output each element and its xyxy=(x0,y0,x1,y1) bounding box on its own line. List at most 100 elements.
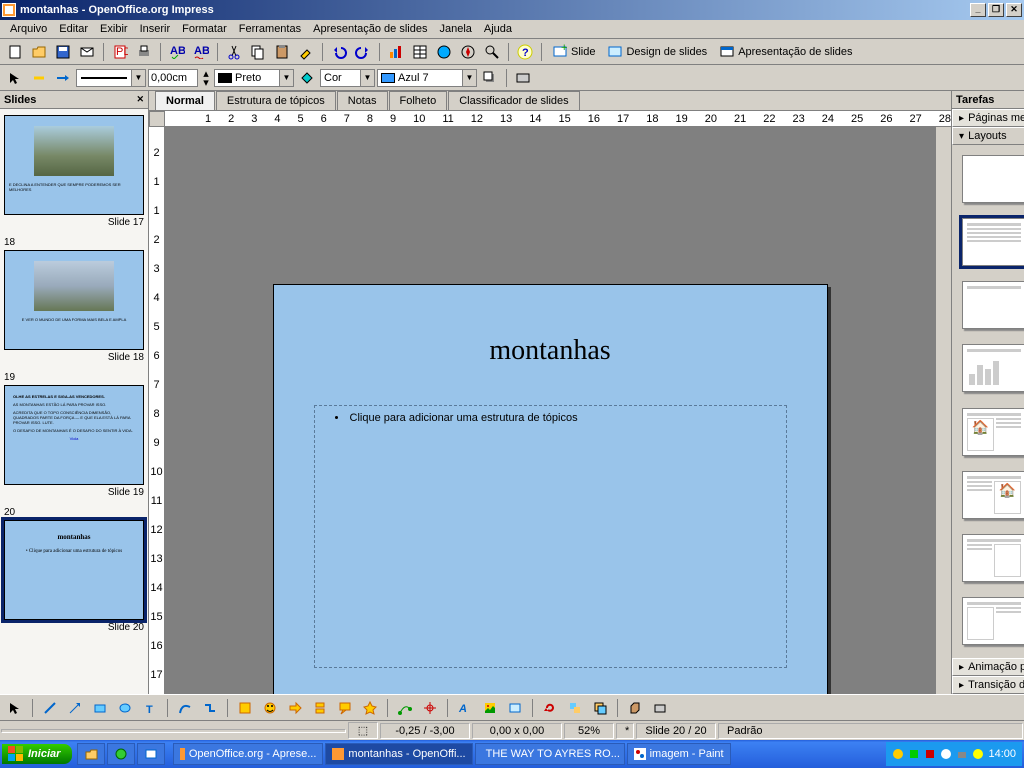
task-openoffice[interactable]: OpenOffice.org - Aprese... xyxy=(173,743,323,765)
help-icon[interactable]: ? xyxy=(514,41,536,63)
points-edit-icon[interactable] xyxy=(394,697,416,719)
text-tool-icon[interactable]: T xyxy=(139,697,161,719)
line-pattern-select[interactable]: ▼ xyxy=(76,69,146,87)
tab-notes[interactable]: Notas xyxy=(337,91,388,110)
spellcheck-icon[interactable]: ABC xyxy=(166,41,188,63)
connector-tool-icon[interactable] xyxy=(199,697,221,719)
new-slide-button[interactable]: +Slide xyxy=(547,41,600,63)
format-paintbrush-icon[interactable] xyxy=(295,41,317,63)
quicklaunch-2[interactable] xyxy=(107,743,135,765)
interaction-icon[interactable] xyxy=(512,67,534,89)
quicklaunch-3[interactable] xyxy=(137,743,165,765)
arrow-tool-icon[interactable] xyxy=(64,697,86,719)
vertical-scrollbar[interactable] xyxy=(935,127,951,694)
print-icon[interactable] xyxy=(133,41,155,63)
stars-icon[interactable] xyxy=(359,697,381,719)
cut-icon[interactable] xyxy=(223,41,245,63)
layout-title-content[interactable] xyxy=(962,218,1024,266)
curve-tool-icon[interactable] xyxy=(174,697,196,719)
symbol-shapes-icon[interactable] xyxy=(259,697,281,719)
line-tool-icon[interactable] xyxy=(39,697,61,719)
section-master-pages[interactable]: ▸ Páginas mestre xyxy=(952,109,1024,127)
new-icon[interactable] xyxy=(4,41,26,63)
menu-inserir[interactable]: Inserir xyxy=(134,21,177,37)
callouts-icon[interactable] xyxy=(334,697,356,719)
panel-close-icon[interactable]: ✕ xyxy=(136,94,144,105)
line-color-select[interactable]: Preto▼ xyxy=(214,69,294,87)
status-zoom[interactable]: 52% xyxy=(564,723,614,739)
from-file-icon[interactable] xyxy=(479,697,501,719)
tab-sorter[interactable]: Classificador de slides xyxy=(448,91,579,110)
menu-janela[interactable]: Janela xyxy=(433,21,477,37)
export-pdf-icon[interactable]: PDF xyxy=(109,41,131,63)
menu-ajuda[interactable]: Ajuda xyxy=(478,21,518,37)
tray-icon[interactable] xyxy=(908,748,920,760)
arrow-style-icon[interactable] xyxy=(52,67,74,89)
menu-formatar[interactable]: Formatar xyxy=(176,21,233,37)
section-slide-transition[interactable]: ▸ Transição de slides xyxy=(952,676,1024,694)
layout-title-only[interactable] xyxy=(962,281,1024,329)
tray-icon[interactable] xyxy=(956,748,968,760)
width-down[interactable]: ▾ xyxy=(200,78,212,87)
navigator-icon[interactable] xyxy=(457,41,479,63)
menu-exibir[interactable]: Exibir xyxy=(94,21,134,37)
menu-editar[interactable]: Editar xyxy=(53,21,94,37)
tab-normal[interactable]: Normal xyxy=(155,91,215,110)
select-tool-icon[interactable] xyxy=(4,697,26,719)
arrange-icon[interactable] xyxy=(589,697,611,719)
arrow-cursor-icon[interactable] xyxy=(4,67,26,89)
start-button[interactable]: Iniciar xyxy=(2,744,72,764)
task-ayres[interactable]: WTHE WAY TO AYRES RO... xyxy=(475,743,625,765)
task-montanhas[interactable]: montanhas - OpenOffi... xyxy=(325,743,472,765)
redo-icon[interactable] xyxy=(352,41,374,63)
copy-icon[interactable] xyxy=(247,41,269,63)
slideshow-button[interactable]: Apresentação de slides xyxy=(714,41,857,63)
tray-icon[interactable] xyxy=(924,748,936,760)
system-tray[interactable]: 14:00 xyxy=(886,742,1022,766)
block-arrows-icon[interactable] xyxy=(284,697,306,719)
slide-canvas[interactable]: montanhas Clique para adicionar uma estr… xyxy=(165,127,935,694)
current-slide[interactable]: montanhas Clique para adicionar uma estr… xyxy=(273,284,828,695)
slide-thumb-18[interactable]: E VER O MUNDO DE UMA FORMA MAIS BELA E A… xyxy=(4,250,144,350)
line-style-icon[interactable] xyxy=(28,67,50,89)
slide-thumb-19[interactable]: OLHE AS ESTRELAS E SIGA-AS VENCEDORES. A… xyxy=(4,385,144,485)
tab-handout[interactable]: Folheto xyxy=(389,91,448,110)
tray-icon[interactable] xyxy=(892,748,904,760)
line-width-input[interactable] xyxy=(148,69,198,87)
open-icon[interactable] xyxy=(28,41,50,63)
tray-icon[interactable] xyxy=(972,748,984,760)
slide-body-placeholder[interactable]: Clique para adicionar uma estrutura de t… xyxy=(314,405,787,668)
section-layouts[interactable]: ▾ Layouts xyxy=(952,127,1024,145)
layout-text-object[interactable] xyxy=(962,534,1024,582)
close-button[interactable]: ✕ xyxy=(1006,3,1022,17)
restore-button[interactable]: ❐ xyxy=(988,3,1004,17)
fill-bucket-icon[interactable] xyxy=(296,67,318,89)
gallery-icon[interactable] xyxy=(504,697,526,719)
extrusion-icon[interactable] xyxy=(624,697,646,719)
paste-icon[interactable] xyxy=(271,41,293,63)
slide-design-button[interactable]: Design de slides xyxy=(602,41,712,63)
rotate-icon[interactable] xyxy=(539,697,561,719)
layout-text-clipart[interactable]: 🏠 xyxy=(962,471,1024,519)
chart-icon[interactable] xyxy=(385,41,407,63)
layout-chart[interactable] xyxy=(962,344,1024,392)
flowchart-icon[interactable] xyxy=(309,697,331,719)
tab-outline[interactable]: Estrutura de tópicos xyxy=(216,91,336,110)
layout-blank[interactable] xyxy=(962,155,1024,203)
slide-title-placeholder[interactable]: montanhas xyxy=(274,335,827,367)
menu-arquivo[interactable]: Arquivo xyxy=(4,21,53,37)
quicklaunch-1[interactable] xyxy=(77,743,105,765)
email-icon[interactable] xyxy=(76,41,98,63)
tray-icon[interactable] xyxy=(940,748,952,760)
section-custom-animation[interactable]: ▸ Animação personalizada xyxy=(952,658,1024,676)
autospell-icon[interactable]: ABC xyxy=(190,41,212,63)
interaction2-icon[interactable] xyxy=(649,697,671,719)
slide-thumb-17[interactable]: E DECLINA A ENTENDER QUE SEMPRE PODEREMO… xyxy=(4,115,144,215)
fill-color-select[interactable]: Azul 7▼ xyxy=(377,69,477,87)
ellipse-tool-icon[interactable] xyxy=(114,697,136,719)
save-icon[interactable] xyxy=(52,41,74,63)
layout-object-text[interactable] xyxy=(962,597,1024,645)
rectangle-tool-icon[interactable] xyxy=(89,697,111,719)
task-paint[interactable]: imagem - Paint xyxy=(627,743,731,765)
minimize-button[interactable]: _ xyxy=(970,3,986,17)
